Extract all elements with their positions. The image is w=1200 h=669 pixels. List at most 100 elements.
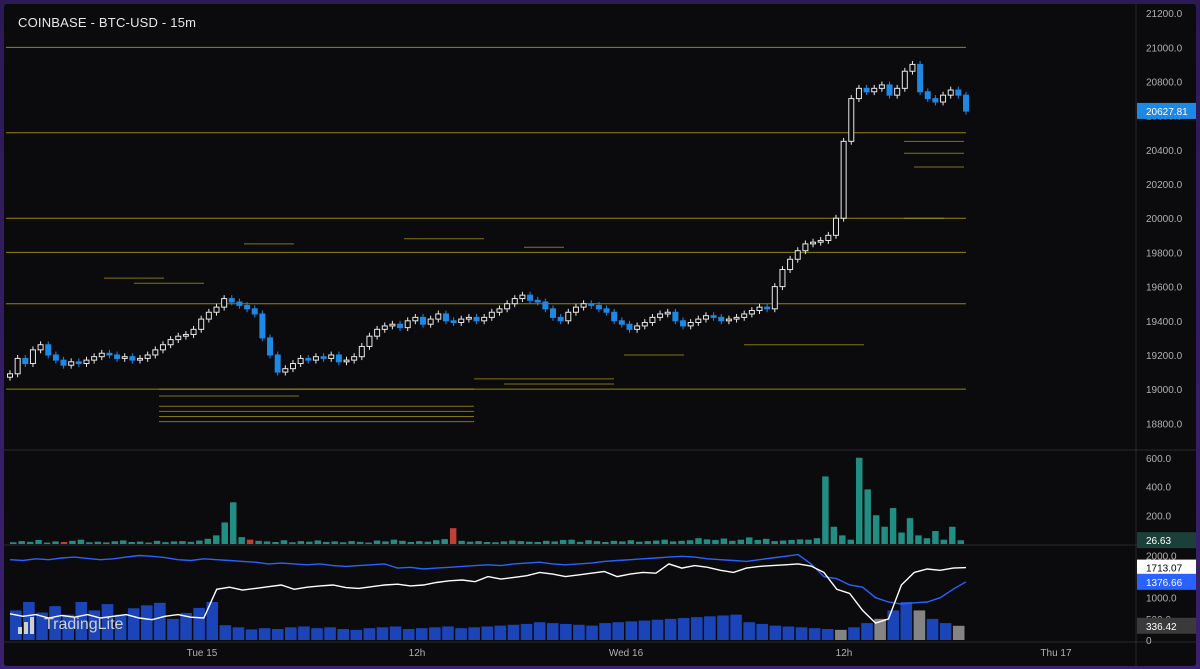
indicator-bar	[533, 622, 546, 640]
volume-bar	[796, 539, 804, 544]
volume-bar	[238, 537, 245, 544]
volume-bar	[323, 541, 330, 544]
candle-body	[626, 323, 633, 330]
candle-body	[741, 313, 748, 318]
volume-bar	[196, 540, 203, 544]
price-tick-label: 19000.0	[1146, 385, 1183, 396]
volume-bar	[111, 541, 118, 544]
volume-bar	[720, 538, 728, 544]
volume-bar	[940, 539, 948, 544]
chart-svg[interactable]: 21200.021000.020800.020600.020400.020200…	[4, 4, 1196, 666]
candle-body	[886, 84, 893, 96]
volume-bar	[407, 541, 415, 544]
indicator-blue-line	[9, 553, 967, 605]
volume-bar	[712, 539, 719, 544]
candle-body	[259, 313, 266, 339]
volume-bar	[86, 542, 93, 544]
indicator-bar	[546, 623, 559, 640]
indicator-bar	[324, 627, 336, 640]
last-price-label: 20627.81	[1146, 107, 1188, 118]
indicator-bar	[664, 618, 677, 640]
volume-bar	[669, 541, 677, 544]
candle-body	[725, 318, 732, 322]
candle-body	[618, 320, 625, 325]
candle-body	[595, 304, 602, 310]
volume-bar	[872, 515, 880, 544]
volume-bar	[619, 541, 626, 544]
volume-bar	[517, 541, 525, 544]
indicator-bar	[717, 615, 729, 640]
indicator-bar	[468, 627, 480, 640]
candle-body	[963, 94, 969, 112]
indicator-bar	[140, 605, 153, 640]
candle-body	[412, 316, 419, 322]
volume-tick-label: 200.0	[1146, 511, 1171, 522]
volume-bar	[695, 538, 702, 544]
volume-bar	[204, 538, 212, 544]
volume-bar	[678, 540, 685, 544]
volume-bar	[830, 526, 838, 544]
candle-body	[511, 298, 518, 305]
candle-body	[680, 320, 687, 327]
indicator-bar	[337, 629, 349, 640]
volume-bar	[636, 541, 643, 544]
candle-body	[940, 94, 947, 103]
candle-body	[190, 328, 197, 335]
candle-body	[29, 349, 36, 365]
volume-bar	[255, 540, 262, 544]
indicator-bar	[769, 625, 782, 640]
volume-bar	[813, 538, 821, 544]
indicator-bar	[704, 616, 716, 640]
volume-bar	[593, 541, 601, 544]
indicator-last-label: 1376.66	[1146, 578, 1183, 589]
candle-body	[442, 313, 449, 322]
candle-body	[435, 313, 442, 320]
volume-bar	[932, 531, 939, 544]
volume-bar	[103, 542, 110, 544]
candle-body	[832, 217, 839, 236]
volume-bar	[263, 541, 271, 544]
indicator-bar	[167, 618, 179, 640]
indicator-bar	[835, 629, 847, 640]
indicator-bar	[638, 620, 651, 640]
indicator-bar	[808, 628, 821, 640]
indicator-bar	[677, 618, 690, 640]
volume-bar	[534, 541, 541, 544]
candle-body	[106, 352, 113, 356]
indicator-bar	[651, 619, 664, 640]
candle-body	[7, 373, 13, 378]
volume-bar	[449, 528, 457, 544]
candle-body	[45, 344, 52, 356]
price-tick-label: 19600.0	[1146, 283, 1183, 294]
candle-body	[817, 239, 824, 243]
candle-body	[603, 308, 610, 313]
candle-body	[695, 318, 702, 324]
candle-body	[182, 333, 189, 337]
candle-body	[68, 361, 75, 366]
volume-bar	[737, 539, 745, 544]
volume-bar	[559, 539, 567, 544]
indicator-bar	[363, 628, 376, 640]
indicator-bar	[219, 625, 232, 640]
indicator-bar	[455, 628, 467, 640]
volume-bar	[779, 540, 787, 544]
candle-body	[932, 98, 939, 103]
indicator-bar	[271, 629, 284, 640]
candle-body	[335, 354, 342, 363]
candle-body	[825, 234, 832, 241]
volume-bar	[729, 540, 736, 544]
candle-body	[641, 322, 648, 327]
volume-bar	[847, 539, 855, 544]
volume-bar	[348, 541, 355, 544]
volume-bar	[788, 539, 795, 544]
candle-body	[848, 98, 855, 142]
volume-bar	[441, 539, 448, 544]
candle-body	[794, 250, 801, 260]
volume-bar	[576, 541, 584, 544]
volume-bar	[128, 541, 135, 544]
indicator-bar	[520, 623, 533, 640]
candle-body	[748, 310, 755, 315]
candle-body	[312, 356, 319, 361]
volume-bar	[289, 542, 296, 544]
indicator-bar	[258, 628, 271, 640]
